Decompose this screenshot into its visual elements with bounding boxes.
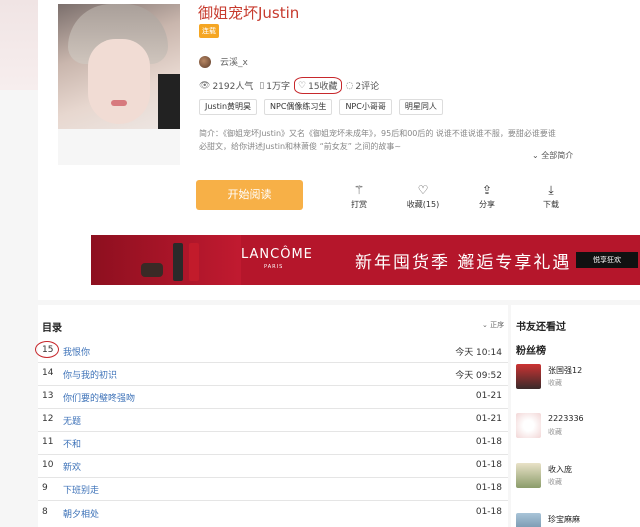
chapter-row[interactable]: 10 新欢 01-18 <box>38 455 508 478</box>
chapter-row[interactable]: 13 你们要的璧咚强吻 01-21 <box>38 386 508 409</box>
book-cover-image[interactable] <box>58 4 180 165</box>
comment-icon: ◌ <box>345 80 354 91</box>
ad-slogan: 新年囤货季 邂逅专享礼遇 <box>355 253 572 273</box>
chapter-number: 15 <box>42 345 54 355</box>
comments-stat[interactable]: ◌ 2评论 <box>345 79 380 93</box>
expand-intro-link[interactable]: ⌄ 全部简介 <box>532 150 573 161</box>
book-title: 御姐宠坏Justin <box>198 4 300 22</box>
fans-ranking-heading: 粉丝榜 <box>516 346 546 357</box>
heart-icon: ♡ <box>298 80 307 91</box>
chapter-number: 8 <box>42 507 48 517</box>
fan-action: 收藏 <box>548 478 562 486</box>
chapter-row[interactable]: 9 下班别走 01-18 <box>38 478 508 501</box>
popularity-stat: 👁 2192人气 <box>199 80 254 93</box>
fan-name[interactable]: 张国强12 <box>548 365 582 376</box>
share-button[interactable]: ⇪ 分享 <box>462 182 512 210</box>
ad-cta-button[interactable]: 悦享狂欢 <box>576 252 638 268</box>
fan-item[interactable]: 张国强12 收藏 <box>516 364 640 404</box>
book-info-card: 御姐宠坏Justin 连载 云溪_x 👁 2192人气 ▯ 1万字 ♡ 15收藏… <box>38 0 640 300</box>
fan-name[interactable]: 收入庞 <box>548 464 572 475</box>
side-decoration <box>0 0 38 90</box>
tip-button[interactable]: ⚚ 打赏 <box>334 182 384 210</box>
fan-item[interactable]: 2223336 收藏 <box>516 413 640 453</box>
fan-name[interactable]: 珍宝麻麻 <box>548 514 580 525</box>
chapter-title[interactable]: 你与我的初识 <box>63 368 117 381</box>
avatar[interactable] <box>516 413 541 438</box>
brand-logo-sub: PARIS <box>264 264 284 270</box>
chapter-number: 10 <box>42 460 54 470</box>
download-icon: ⤓ <box>548 183 554 197</box>
chapter-time: 01-18 <box>475 483 502 493</box>
download-button[interactable]: ⤓ 下载 <box>526 182 576 210</box>
sidebar: 书友还看过 粉丝榜 张国强12 收藏 2223336 收藏 收入庞 收藏 珍宝麻… <box>511 305 640 527</box>
fan-item[interactable]: 收入庞 收藏 <box>516 463 640 503</box>
chapter-row[interactable]: 8 朝夕相处 01-18 <box>38 502 508 525</box>
product-image <box>141 263 163 277</box>
chapter-row[interactable]: 12 无题 01-21 <box>38 409 508 432</box>
chapter-title[interactable]: 不和 <box>63 437 81 450</box>
chapter-title[interactable]: 我恨你 <box>63 345 90 358</box>
chapter-row[interactable]: 15 我恨你 今天 10:14 <box>35 340 508 363</box>
product-image <box>189 243 199 281</box>
tag-item[interactable]: NPC小哥哥 <box>339 99 392 115</box>
author-row[interactable]: 云溪_x <box>199 55 248 68</box>
chapter-time: 今天 10:14 <box>455 348 502 358</box>
ad-banner[interactable]: LANCÔME PARIS 新年囤货季 邂逅专享礼遇 悦享狂欢 <box>91 235 640 285</box>
start-reading-button[interactable]: 开始阅读 <box>196 180 303 210</box>
fan-name[interactable]: 2223336 <box>548 414 584 423</box>
chapter-time: 01-18 <box>475 437 502 447</box>
chevron-down-icon: ⌄ <box>532 151 539 160</box>
chapter-time: 01-21 <box>475 391 502 401</box>
chapter-number: 12 <box>42 414 54 424</box>
tag-item[interactable]: NPC偶像练习生 <box>264 99 333 115</box>
avatar[interactable] <box>516 463 541 488</box>
favorite-button[interactable]: ♡ 收藏(15) <box>398 182 448 210</box>
chapter-title[interactable]: 新欢 <box>63 460 81 473</box>
fan-action: 收藏 <box>548 428 562 436</box>
fan-item[interactable]: 珍宝麻麻 <box>516 513 640 527</box>
tag-item[interactable]: Justin黄明昊 <box>199 99 258 115</box>
tag-list: Justin黄明昊 NPC偶像练习生 NPC小哥哥 明星同人 <box>199 99 443 115</box>
author-name[interactable]: 云溪_x <box>220 55 248 68</box>
chapter-title[interactable]: 无题 <box>63 414 81 427</box>
chapter-number: 13 <box>42 391 54 401</box>
chevron-down-icon: ⌄ <box>482 321 488 329</box>
fan-action: 收藏 <box>548 379 562 387</box>
eye-icon: 👁 <box>199 80 211 91</box>
magic-wand-icon: ⚚ <box>353 183 365 197</box>
chapter-title[interactable]: 你们要的璧咚强吻 <box>63 391 135 404</box>
avatar[interactable] <box>516 364 541 389</box>
favorites-stat: ♡ 15收藏 <box>294 77 342 94</box>
status-badge: 连载 <box>199 24 219 38</box>
also-viewed-heading: 书友还看过 <box>516 322 566 333</box>
chapter-title[interactable]: 下班别走 <box>63 483 99 496</box>
product-image <box>173 243 183 281</box>
chapter-list: 目录 ⌄ 正序 15 我恨你 今天 10:14 14 你与我的初识 今天 09:… <box>35 305 508 527</box>
word-count-stat: ▯ 1万字 <box>259 80 291 93</box>
sort-toggle[interactable]: ⌄ 正序 <box>482 320 504 330</box>
document-icon: ▯ <box>259 80 265 91</box>
chapter-time: 01-21 <box>475 414 502 424</box>
book-stats: 👁 2192人气 ▯ 1万字 ♡ 15收藏 ◌ 2评论 <box>199 77 380 94</box>
heart-icon: ♡ <box>417 183 429 197</box>
chapter-time: 01-18 <box>475 507 502 517</box>
chapter-title[interactable]: 朝夕相处 <box>63 507 99 520</box>
toc-heading: 目录 <box>42 323 62 334</box>
chapter-time: 今天 09:52 <box>455 371 502 381</box>
chapter-number: 14 <box>42 368 54 378</box>
chapter-number: 11 <box>42 437 54 447</box>
chapter-time: 01-18 <box>475 460 502 470</box>
tag-item[interactable]: 明星同人 <box>398 99 443 115</box>
brand-logo: LANCÔME <box>241 247 313 262</box>
author-avatar[interactable] <box>199 55 211 68</box>
chapter-number: 9 <box>42 483 48 493</box>
chapter-row[interactable]: 14 你与我的初识 今天 09:52 <box>38 363 508 386</box>
share-icon: ⇪ <box>481 183 493 197</box>
avatar[interactable] <box>516 513 541 527</box>
chapter-row[interactable]: 11 不和 01-18 <box>38 432 508 455</box>
